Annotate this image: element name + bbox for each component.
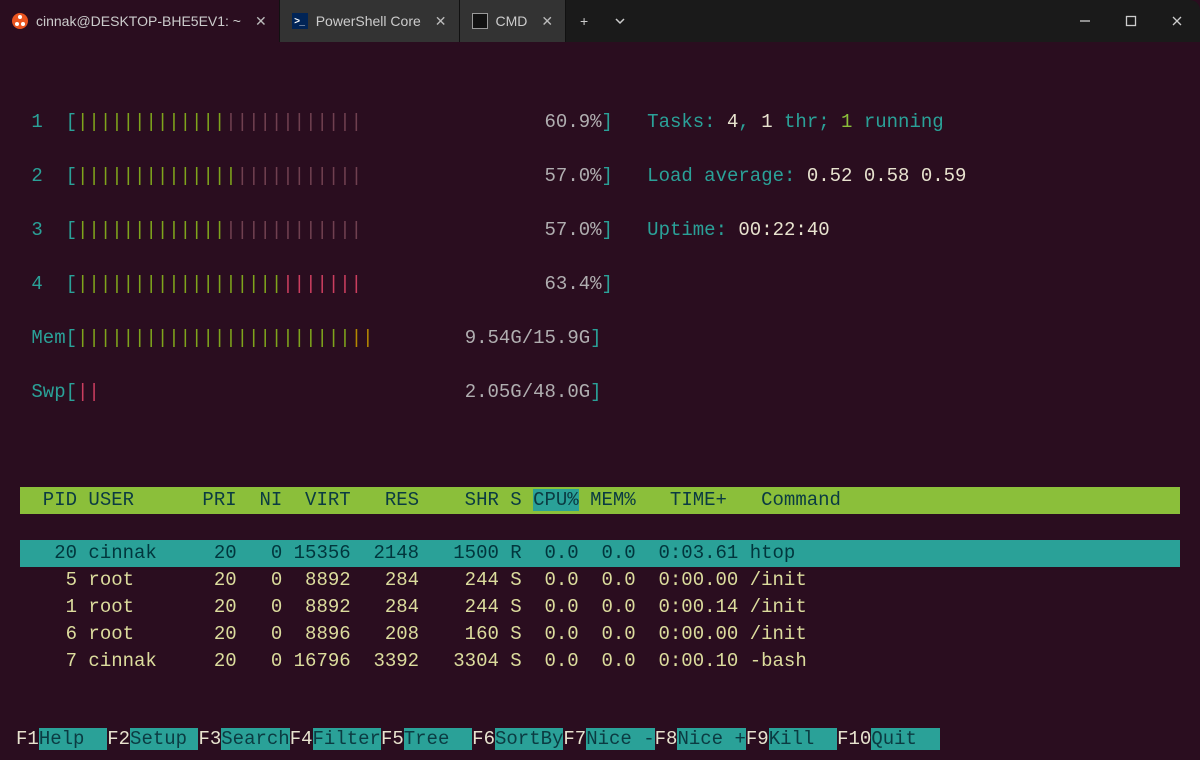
table-row[interactable]: 5 root 20 0 8892 284 244 S 0.0 0.0 0:00.…: [20, 567, 1180, 594]
tab-dropdown-button[interactable]: [602, 0, 638, 42]
function-key: F7: [563, 728, 586, 750]
tab-label: PowerShell Core: [316, 13, 421, 29]
function-key: F2: [107, 728, 130, 750]
titlebar: cinnak@DESKTOP-BHE5EV1: ~ ✕ >_ PowerShell C…: [0, 0, 1200, 42]
function-key-label[interactable]: Filter: [313, 728, 381, 750]
minimize-button[interactable]: [1062, 0, 1108, 42]
function-key: F9: [746, 728, 769, 750]
tab-label: CMD: [496, 13, 528, 29]
ubuntu-icon: [12, 13, 28, 29]
table-row[interactable]: 1 root 20 0 8892 284 244 S 0.0 0.0 0:00.…: [20, 594, 1180, 621]
table-row[interactable]: 20 cinnak 20 0 15356 2148 1500 R 0.0 0.0…: [20, 540, 1180, 567]
close-icon[interactable]: ✕: [255, 13, 267, 30]
maximize-button[interactable]: [1108, 0, 1154, 42]
tab-strip: cinnak@DESKTOP-BHE5EV1: ~ ✕ >_ PowerShell C…: [0, 0, 566, 42]
process-table-header[interactable]: PID USER PRI NI VIRT RES SHR S CPU% MEM%…: [20, 487, 1180, 514]
function-key-label[interactable]: Search: [221, 728, 289, 750]
function-key: F3: [198, 728, 221, 750]
new-tab-button[interactable]: +: [566, 0, 602, 42]
terminal-output[interactable]: 1 [||||||||||||||||||||||||| 60.9%] Task…: [0, 42, 1200, 760]
function-key: F6: [472, 728, 495, 750]
function-key: F1: [16, 728, 39, 750]
close-icon[interactable]: ✕: [541, 13, 553, 30]
process-table-body: 20 cinnak 20 0 15356 2148 1500 R 0.0 0.0…: [20, 540, 1180, 675]
function-key-label[interactable]: Setup: [130, 728, 198, 750]
function-key: F5: [381, 728, 404, 750]
tab-label: cinnak@DESKTOP-BHE5EV1: ~: [36, 13, 241, 29]
function-key-label[interactable]: Nice +: [677, 728, 745, 750]
window-controls: [1062, 0, 1200, 42]
cpu-meter-2: 2 [||||||||||||||||||||||||| 57.0%] Load…: [20, 163, 1180, 190]
function-key-label[interactable]: SortBy: [495, 728, 563, 750]
cpu-meter-4: 4 [||||||||||||||||||||||||| 63.4%]: [20, 271, 1180, 298]
function-key-label[interactable]: Quit: [871, 728, 939, 750]
ps-icon: >_: [292, 13, 308, 29]
function-key-label[interactable]: Nice -: [586, 728, 654, 750]
table-row[interactable]: 6 root 20 0 8896 208 160 S 0.0 0.0 0:00.…: [20, 621, 1180, 648]
swp-meter: Swp[|| 2.05G/48.0G]: [20, 379, 1180, 406]
function-key: F8: [655, 728, 678, 750]
cpu-meter-3: 3 [||||||||||||||||||||||||| 57.0%] Upti…: [20, 217, 1180, 244]
tab-1[interactable]: >_ PowerShell Core ✕: [280, 0, 460, 42]
mem-meter: Mem[|||||||||||||||||||||||||| 9.54G/15.…: [20, 325, 1180, 352]
close-icon[interactable]: ✕: [435, 13, 447, 30]
close-button[interactable]: [1154, 0, 1200, 42]
table-row[interactable]: 7 cinnak 20 0 16796 3392 3304 S 0.0 0.0 …: [20, 648, 1180, 675]
function-key-label[interactable]: Kill: [769, 728, 837, 750]
tab-2[interactable]: CMD ✕: [460, 0, 567, 42]
function-key-label[interactable]: Tree: [404, 728, 472, 750]
function-key-bar: F1Help F2Setup F3SearchF4FilterF5Tree F6…: [16, 728, 1184, 750]
tab-0[interactable]: cinnak@DESKTOP-BHE5EV1: ~ ✕: [0, 0, 280, 42]
function-key-label[interactable]: Help: [39, 728, 107, 750]
function-key: F10: [837, 728, 871, 750]
cmd-icon: [472, 13, 488, 29]
cpu-meter-1: 1 [||||||||||||||||||||||||| 60.9%] Task…: [20, 109, 1180, 136]
function-key: F4: [290, 728, 313, 750]
